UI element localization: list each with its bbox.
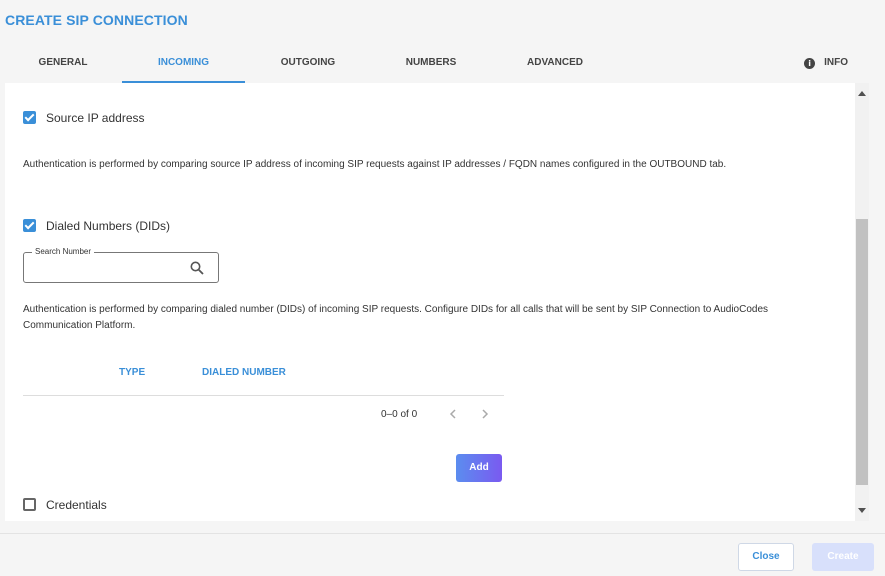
footer-divider — [0, 533, 885, 534]
close-button[interactable]: Close — [738, 543, 794, 571]
scroll-up-arrow-icon[interactable] — [858, 91, 866, 96]
column-header-type[interactable]: TYPE — [119, 367, 145, 378]
next-page-button[interactable] — [477, 406, 493, 422]
tab-advanced[interactable]: ADVANCED — [509, 47, 601, 81]
credentials-label: Credentials — [46, 498, 107, 512]
search-icon[interactable] — [190, 261, 204, 275]
panel-scrollbar[interactable] — [855, 83, 869, 521]
tab-info[interactable]: i INFO — [804, 47, 848, 81]
chevron-left-icon — [449, 409, 456, 419]
search-number-field[interactable]: Search Number — [23, 247, 219, 283]
scrollbar-thumb[interactable] — [856, 219, 868, 485]
search-number-input[interactable] — [32, 259, 186, 279]
dialed-numbers-label: Dialed Numbers (DIDs) — [46, 219, 171, 233]
table-divider — [23, 395, 504, 396]
create-button[interactable]: Create — [812, 543, 874, 571]
column-header-dialed-number[interactable]: DIALED NUMBER — [202, 367, 286, 378]
source-ip-description: Authentication is performed by comparing… — [23, 159, 727, 170]
tab-outgoing[interactable]: OUTGOING — [262, 47, 354, 81]
tab-info-label: INFO — [824, 57, 848, 68]
incoming-panel: Source IP address Authentication is perf… — [5, 83, 855, 521]
info-icon: i — [804, 58, 816, 69]
tab-numbers[interactable]: NUMBERS — [385, 47, 477, 81]
dialed-numbers-description-line2: Communication Platform. — [23, 320, 136, 331]
source-ip-label: Source IP address — [46, 111, 145, 125]
dialed-numbers-description-line1: Authentication is performed by comparing… — [23, 304, 769, 315]
prev-page-button[interactable] — [445, 406, 461, 422]
scroll-down-arrow-icon[interactable] — [858, 508, 866, 513]
pagination-text: 0–0 of 0 — [381, 409, 418, 420]
search-number-legend: Search Number — [32, 247, 95, 256]
dialog-title: CREATE SIP CONNECTION — [5, 12, 188, 28]
dialed-numbers-checkbox[interactable] — [23, 219, 36, 232]
add-did-button[interactable]: Add — [456, 454, 502, 482]
chevron-right-icon — [482, 409, 489, 419]
tab-bar: GENERAL INCOMING OUTGOING NUMBERS ADVANC… — [0, 47, 885, 83]
tab-general[interactable]: GENERAL — [17, 47, 109, 81]
tab-incoming[interactable]: INCOMING — [122, 47, 245, 83]
credentials-checkbox[interactable] — [23, 498, 36, 511]
source-ip-checkbox[interactable] — [23, 111, 36, 124]
